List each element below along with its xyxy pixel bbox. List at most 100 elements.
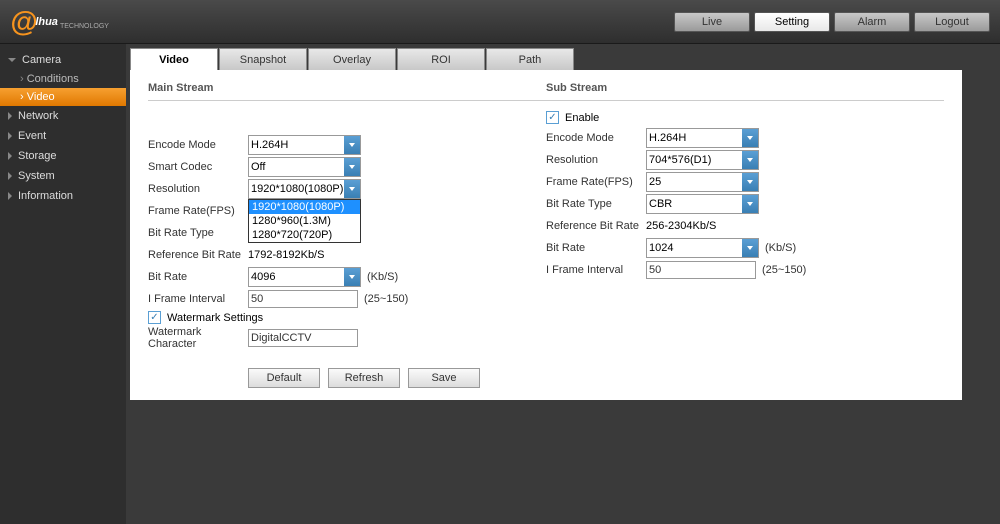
brand-name: lhua	[35, 16, 58, 28]
refresh-button[interactable]: Refresh	[328, 368, 400, 388]
sidebar-label-system: System	[18, 170, 55, 182]
nav-buttons: Live Setting Alarm Logout	[674, 12, 990, 32]
input-wm-char[interactable]	[248, 329, 358, 347]
value-refbr-sub: 256-2304Kb/S	[646, 220, 716, 232]
label-br-main: Bit Rate	[148, 271, 248, 283]
brand-logo: @ lhua TECHNOLOGY	[10, 6, 109, 38]
label-refbr-main: Reference Bit Rate	[148, 249, 248, 261]
label-refbr-sub: Reference Bit Rate	[546, 220, 646, 232]
select-encode-mode-main[interactable]: H.264H	[248, 135, 361, 155]
brand-subtitle: TECHNOLOGY	[60, 23, 109, 30]
label-encode-mode: Encode Mode	[148, 139, 248, 151]
chevron-down-icon	[8, 58, 16, 62]
select-smart-codec[interactable]: Off	[248, 157, 361, 177]
resolution-option[interactable]: 1280*960(1.3M)	[249, 214, 360, 228]
checkbox-watermark[interactable]: ✓	[148, 311, 161, 324]
dropdown-arrow-icon	[344, 180, 360, 198]
resolution-option[interactable]: 1280*720(720P)	[249, 228, 360, 242]
value-smart-codec: Off	[251, 161, 265, 173]
nav-live[interactable]: Live	[674, 12, 750, 32]
chevron-right-icon	[8, 112, 12, 120]
sidebar-section-network[interactable]: Network	[0, 106, 126, 126]
label-brtype-sub: Bit Rate Type	[546, 198, 646, 210]
label-smart-codec: Smart Codec	[148, 161, 248, 173]
sidebar-section-system[interactable]: System	[0, 166, 126, 186]
value-fps-sub: 25	[649, 176, 661, 188]
input-iframe-main[interactable]	[248, 290, 358, 308]
dropdown-arrow-icon	[742, 195, 758, 213]
select-brtype-sub[interactable]: CBR	[646, 194, 759, 214]
dropdown-arrow-icon	[742, 173, 758, 191]
label-resolution-main: Resolution	[148, 183, 248, 195]
sidebar-section-event[interactable]: Event	[0, 126, 126, 146]
resolution-dropdown: 1920*1080(1080P) 1280*960(1.3M) 1280*720…	[248, 199, 361, 243]
tab-video[interactable]: Video	[130, 48, 218, 70]
value-refbr-main: 1792-8192Kb/S	[248, 249, 324, 261]
settings-panel: Main Stream Encode Mode H.264H Smart Cod…	[130, 70, 962, 400]
main-stream-column: Main Stream Encode Mode H.264H Smart Cod…	[148, 82, 546, 388]
label-enable-sub: Enable	[565, 112, 599, 124]
logo-accent-icon: @	[10, 6, 37, 38]
hint-iframe-main: (25~150)	[364, 293, 408, 305]
sidebar-item-conditions[interactable]: Conditions	[0, 70, 126, 88]
select-fps-sub[interactable]: 25	[646, 172, 759, 192]
sidebar: Camera Conditions Video Network Event St…	[0, 44, 126, 524]
sidebar-label-network: Network	[18, 110, 58, 122]
nav-alarm[interactable]: Alarm	[834, 12, 910, 32]
chevron-right-icon	[8, 132, 12, 140]
dropdown-arrow-icon	[742, 129, 758, 147]
sub-stream-column: Sub Stream ✓ Enable Encode Mode H.264H R…	[546, 82, 944, 388]
resolution-option[interactable]: 1920*1080(1080P)	[249, 200, 360, 214]
select-br-sub[interactable]: 1024	[646, 238, 759, 258]
chevron-right-icon	[8, 192, 12, 200]
value-br-main: 4096	[251, 271, 275, 283]
nav-setting[interactable]: Setting	[754, 12, 830, 32]
label-br-sub: Bit Rate	[546, 242, 646, 254]
tab-roi[interactable]: ROI	[397, 48, 485, 70]
value-resolution-main: 1920*1080(1080P)	[251, 183, 343, 195]
dropdown-arrow-icon	[742, 239, 758, 257]
dropdown-arrow-icon	[344, 158, 360, 176]
value-encode-mode-sub: H.264H	[649, 132, 686, 144]
input-iframe-sub[interactable]	[646, 261, 756, 279]
content: Video Snapshot Overlay ROI Path Main Str…	[126, 44, 1000, 524]
unit-br-main: (Kb/S)	[367, 271, 398, 283]
sidebar-section-information[interactable]: Information	[0, 186, 126, 206]
dropdown-arrow-icon	[344, 136, 360, 154]
sidebar-section-storage[interactable]: Storage	[0, 146, 126, 166]
value-encode-mode-main: H.264H	[251, 139, 288, 151]
label-iframe-sub: I Frame Interval	[546, 264, 646, 276]
sidebar-label-event: Event	[18, 130, 46, 142]
value-brtype-sub: CBR	[649, 198, 672, 210]
select-encode-mode-sub[interactable]: H.264H	[646, 128, 759, 148]
tab-path[interactable]: Path	[486, 48, 574, 70]
label-watermark: Watermark Settings	[167, 312, 263, 324]
default-button[interactable]: Default	[248, 368, 320, 388]
hint-iframe-sub: (25~150)	[762, 264, 806, 276]
tab-overlay[interactable]: Overlay	[308, 48, 396, 70]
header: @ lhua TECHNOLOGY Live Setting Alarm Log…	[0, 0, 1000, 44]
dropdown-arrow-icon	[344, 268, 360, 286]
tabs: Video Snapshot Overlay ROI Path	[130, 48, 1000, 70]
value-resolution-sub: 704*576(D1)	[649, 154, 711, 166]
label-encode-mode-sub: Encode Mode	[546, 132, 646, 144]
sub-stream-title: Sub Stream	[546, 82, 944, 101]
nav-logout[interactable]: Logout	[914, 12, 990, 32]
dropdown-arrow-icon	[742, 151, 758, 169]
select-resolution-sub[interactable]: 704*576(D1)	[646, 150, 759, 170]
value-br-sub: 1024	[649, 242, 673, 254]
label-fps-main: Frame Rate(FPS)	[148, 205, 248, 217]
save-button[interactable]: Save	[408, 368, 480, 388]
tab-snapshot[interactable]: Snapshot	[219, 48, 307, 70]
select-resolution-main[interactable]: 1920*1080(1080P) 1920*1080(1080P) 1280*9…	[248, 179, 361, 199]
unit-br-sub: (Kb/S)	[765, 242, 796, 254]
checkbox-enable-sub[interactable]: ✓	[546, 111, 559, 124]
sidebar-section-camera[interactable]: Camera	[0, 50, 126, 70]
action-row: Default Refresh Save	[248, 368, 546, 388]
select-br-main[interactable]: 4096	[248, 267, 361, 287]
label-brtype-main: Bit Rate Type	[148, 227, 248, 239]
label-resolution-sub: Resolution	[546, 154, 646, 166]
label-fps-sub: Frame Rate(FPS)	[546, 176, 646, 188]
sidebar-item-video[interactable]: Video	[0, 88, 126, 106]
label-iframe-main: I Frame Interval	[148, 293, 248, 305]
